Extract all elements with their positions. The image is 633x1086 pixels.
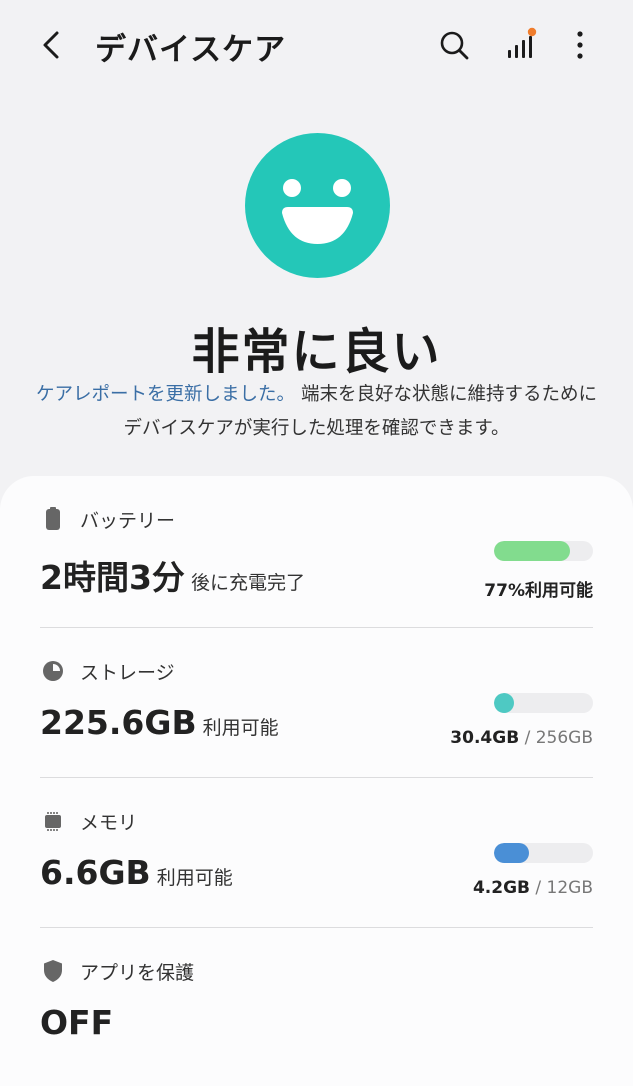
page-title: デバイスケア xyxy=(95,32,287,68)
memory-label: メモリ xyxy=(80,811,138,834)
storage-available-value: 225.6GB xyxy=(40,703,197,742)
storage-bar-fill xyxy=(494,693,514,713)
memory-total: 12GB xyxy=(546,878,593,898)
storage-label: ストレージ xyxy=(80,661,175,684)
battery-bar-fill xyxy=(494,541,571,561)
more-options-button[interactable] xyxy=(563,26,597,64)
storage-usage: 30.4GB / 256GB xyxy=(450,728,593,748)
app-protection-header: アプリを保護 xyxy=(40,957,194,985)
pie-chart-icon xyxy=(40,658,66,684)
battery-percent: 77%利用可能 xyxy=(484,581,593,601)
notification-dot xyxy=(527,27,537,37)
memory-separator: / xyxy=(535,878,542,898)
status-description: ケアレポートを更新しました。 端末を良好な状態に維持するためにデバイスケアが実行… xyxy=(30,378,603,446)
app-protection-status: OFF xyxy=(40,1003,113,1042)
smiley-face-icon xyxy=(245,133,390,278)
storage-used: 30.4GB xyxy=(450,728,520,748)
battery-time-suffix: 後に充電完了 xyxy=(190,572,305,594)
app-protection-section[interactable]: アプリを保護 OFF xyxy=(40,957,593,1057)
memory-available-value: 6.6GB xyxy=(40,853,151,892)
care-report-link[interactable]: ケアレポートを更新しました。 xyxy=(36,384,295,405)
divider xyxy=(40,777,593,778)
storage-section[interactable]: ストレージ 225.6GB 利用可能 30.4GB / 256GB xyxy=(40,657,593,777)
stats-button[interactable] xyxy=(503,26,537,64)
storage-header: ストレージ xyxy=(40,657,175,685)
memory-chip-icon xyxy=(40,808,66,834)
shield-icon xyxy=(40,958,66,984)
memory-header: メモリ xyxy=(40,807,137,835)
memory-bar-fill xyxy=(494,843,529,863)
battery-label: バッテリー xyxy=(80,509,176,532)
storage-available: 225.6GB 利用可能 xyxy=(40,703,279,742)
search-button[interactable] xyxy=(437,26,471,64)
battery-header: バッテリー xyxy=(40,505,175,533)
storage-separator: / xyxy=(524,728,531,748)
app-protection-value: OFF xyxy=(40,1003,114,1042)
app-header: デバイスケア xyxy=(0,0,633,92)
memory-available: 6.6GB 利用可能 xyxy=(40,853,233,892)
battery-section[interactable]: バッテリー 2時間3分 後に充電完了 77%利用可能 xyxy=(40,505,593,625)
divider xyxy=(40,627,593,628)
battery-icon xyxy=(40,506,66,532)
storage-total: 256GB xyxy=(535,728,593,748)
status-title: 非常に良い xyxy=(191,324,442,380)
memory-usage: 4.2GB / 12GB xyxy=(473,878,593,898)
divider xyxy=(40,927,593,928)
more-vertical-icon xyxy=(577,31,583,59)
back-button[interactable] xyxy=(36,26,70,64)
bar-chart-icon xyxy=(508,27,537,58)
storage-bar xyxy=(494,693,593,713)
summary-card: バッテリー 2時間3分 後に充電完了 77%利用可能 ストレージ 225.6GB… xyxy=(0,476,633,1086)
battery-bar xyxy=(494,541,593,561)
battery-time-value: 2時間3分 xyxy=(40,558,185,597)
battery-time: 2時間3分 後に充電完了 xyxy=(40,551,305,599)
memory-available-suffix: 利用可能 xyxy=(156,867,233,889)
memory-bar xyxy=(494,843,593,863)
app-protection-label: アプリを保護 xyxy=(80,961,195,984)
search-icon xyxy=(440,31,469,60)
memory-used: 4.2GB xyxy=(472,878,530,898)
back-arrow-icon xyxy=(43,31,59,59)
storage-available-suffix: 利用可能 xyxy=(202,717,279,739)
memory-section[interactable]: メモリ 6.6GB 利用可能 4.2GB / 12GB xyxy=(40,807,593,927)
